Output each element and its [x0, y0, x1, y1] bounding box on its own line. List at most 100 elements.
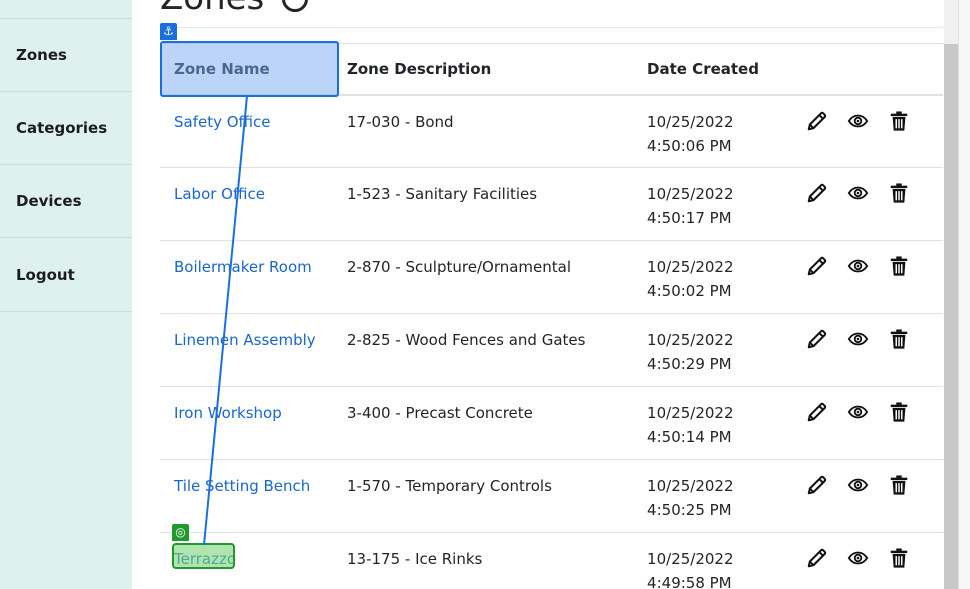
- delete-button[interactable]: [888, 110, 910, 132]
- table-body: Safety Office 17-030 - Bond 10/25/2022 4:5…: [160, 94, 943, 589]
- view-button[interactable]: [847, 401, 869, 423]
- edit-button[interactable]: [806, 182, 828, 204]
- eye-icon: [847, 259, 869, 273]
- row-actions: [805, 386, 943, 460]
- zone-name-cell: Tile Setting Bench: [160, 459, 333, 533]
- row-actions: [805, 240, 943, 314]
- zone-name-cell: Safety Office: [160, 94, 333, 168]
- date-created-cell: 10/25/2022 4:50:14 PM: [633, 386, 806, 460]
- trash-icon: [890, 256, 908, 276]
- sidebar-item-zones[interactable]: Zones: [0, 19, 132, 92]
- zone-name-link[interactable]: Boilermaker Room: [174, 258, 312, 276]
- sidebar-item-categories[interactable]: Categories: [0, 92, 132, 165]
- view-button[interactable]: [847, 182, 869, 204]
- zone-name-cell: Boilermaker Room: [160, 240, 333, 314]
- view-button[interactable]: [847, 255, 869, 277]
- target-icon: ◎: [172, 524, 189, 541]
- table-row: Linemen Assembly 2-825 - Wood Fences and …: [160, 313, 943, 387]
- highlight-target-box: [172, 543, 235, 569]
- anchor-icon: ⚓: [160, 23, 177, 40]
- eye-icon: [847, 186, 869, 200]
- eye-icon: [847, 114, 869, 127]
- date-created-cell: 10/25/2022 4:50:29 PM: [633, 313, 806, 387]
- zone-description-cell: 2-870 - Sculpture/Ornamental: [333, 240, 634, 314]
- zone-name-link[interactable]: Labor Office: [174, 185, 265, 203]
- edit-button[interactable]: [806, 110, 828, 132]
- scrollbar-thumb[interactable]: [944, 44, 958, 589]
- row-actions: [805, 167, 943, 241]
- table-row: Terrazzo13-175 - Ice Rinks10/25/2022 4:4…: [160, 532, 943, 589]
- row-actions: [805, 313, 943, 387]
- delete-button[interactable]: [888, 328, 910, 350]
- delete-button[interactable]: [888, 401, 910, 423]
- row-actions: [805, 459, 943, 533]
- edit-button[interactable]: [806, 547, 828, 569]
- zone-name-cell: Iron Workshop: [160, 386, 333, 460]
- delete-button[interactable]: [888, 182, 910, 204]
- zone-name-link[interactable]: Safety Office: [174, 113, 271, 131]
- zone-name-link[interactable]: Iron Workshop: [174, 404, 282, 422]
- pencil-icon: [807, 475, 827, 495]
- view-button[interactable]: [847, 110, 869, 132]
- pencil-icon: [807, 548, 827, 568]
- zone-name-cell: Labor Office: [160, 167, 333, 241]
- edit-button[interactable]: [806, 474, 828, 496]
- divider: [160, 27, 943, 28]
- column-header-zone-description[interactable]: Zone Description: [333, 43, 634, 96]
- trash-icon: [890, 402, 908, 422]
- eye-icon: [847, 332, 869, 346]
- row-actions: [805, 532, 943, 589]
- view-button[interactable]: [847, 328, 869, 350]
- pencil-icon: [807, 329, 827, 349]
- help-icon[interactable]: [282, 0, 308, 12]
- table-row: Boilermaker Room 2-870 - Sculpture/Orname…: [160, 240, 943, 314]
- eye-icon: [847, 478, 869, 492]
- view-button[interactable]: [847, 547, 869, 569]
- zone-description-cell: 3-400 - Precast Concrete: [333, 386, 634, 460]
- eye-icon: [847, 405, 869, 419]
- page-title: Zones: [160, 0, 264, 18]
- zone-name-link[interactable]: Tile Setting Bench: [174, 477, 310, 495]
- zone-description-cell: 2-825 - Wood Fences and Gates: [333, 313, 634, 387]
- sidebar: Zones Categories Devices Logout: [0, 0, 132, 589]
- table-row: Labor Office 1-523 - Sanitary Facilities 1…: [160, 167, 943, 241]
- date-created-cell: 10/25/2022 4:50:25 PM: [633, 459, 806, 533]
- zone-description-cell: 1-570 - Temporary Controls: [333, 459, 634, 533]
- edit-button[interactable]: [806, 328, 828, 350]
- delete-button[interactable]: [888, 474, 910, 496]
- table-row: Iron Workshop 3-400 - Precast Concrete 10/…: [160, 386, 943, 460]
- trash-icon: [890, 329, 908, 349]
- pencil-icon: [807, 256, 827, 276]
- zone-name-link[interactable]: Linemen Assembly: [174, 331, 316, 349]
- pencil-icon: [807, 111, 827, 130]
- trash-icon: [890, 475, 908, 495]
- trash-icon: [890, 548, 908, 568]
- edit-button[interactable]: [806, 401, 828, 423]
- zone-name-cell: Linemen Assembly: [160, 313, 333, 387]
- date-created-cell: 10/25/2022 4:49:58 PM: [633, 532, 806, 589]
- edit-button[interactable]: [806, 255, 828, 277]
- view-button[interactable]: [847, 474, 869, 496]
- zone-description-cell: 1-523 - Sanitary Facilities: [333, 167, 634, 241]
- trash-icon: [890, 183, 908, 203]
- date-created-cell: 10/25/2022 4:50:17 PM: [633, 167, 806, 241]
- zone-description-cell: 13-175 - Ice Rinks: [333, 532, 634, 589]
- trash-icon: [890, 110, 908, 131]
- sidebar-item-logout[interactable]: Logout: [0, 239, 132, 312]
- row-actions: [805, 94, 943, 168]
- edge-panel: [958, 0, 970, 589]
- pencil-icon: [807, 183, 827, 203]
- column-header-date-created[interactable]: Date Created: [633, 43, 806, 96]
- highlight-source-box: [160, 41, 339, 97]
- delete-button[interactable]: [888, 255, 910, 277]
- sidebar-item-devices[interactable]: Devices: [0, 165, 132, 238]
- zones-table: Zone Name Zone Description Date Created …: [160, 43, 943, 589]
- table-row: Safety Office 17-030 - Bond 10/25/2022 4:5…: [160, 94, 943, 168]
- column-header-actions: [805, 43, 943, 96]
- date-created-cell: 10/25/2022 4:50:06 PM: [633, 94, 806, 168]
- table-row: Tile Setting Bench 1-570 - Temporary Cont…: [160, 459, 943, 533]
- date-created-cell: 10/25/2022 4:50:02 PM: [633, 240, 806, 314]
- eye-icon: [847, 551, 869, 565]
- zone-description-cell: 17-030 - Bond: [333, 94, 634, 168]
- delete-button[interactable]: [888, 547, 910, 569]
